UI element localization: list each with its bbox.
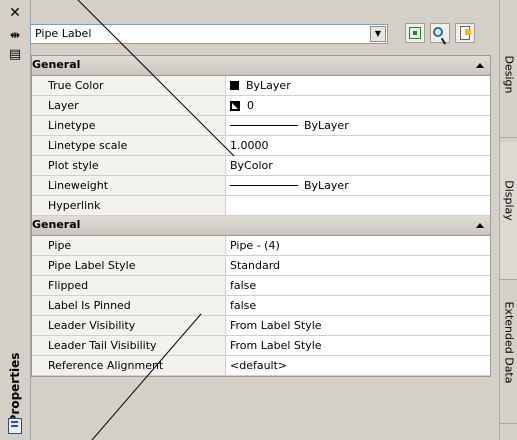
property-value[interactable]: 0 bbox=[226, 96, 490, 115]
section-title: General bbox=[32, 58, 81, 71]
layer-icon bbox=[230, 100, 240, 111]
property-value[interactable]: From Label Style bbox=[226, 336, 490, 355]
property-label: Pipe Label Style bbox=[32, 256, 226, 275]
property-label: Label Is Pinned bbox=[32, 296, 226, 315]
close-icon[interactable]: ✕ bbox=[8, 6, 22, 20]
select-objects-icon bbox=[409, 27, 421, 39]
property-value[interactable]: ByLayer bbox=[226, 76, 490, 95]
property-value[interactable]: ByLayer bbox=[226, 116, 490, 135]
property-row-pipe[interactable]: Pipe Pipe - (4) bbox=[32, 236, 490, 256]
object-type-select[interactable]: Pipe Label ▼ bbox=[30, 24, 388, 44]
property-label: Linetype bbox=[32, 116, 226, 135]
auto-hide-icon[interactable]: ⇹ bbox=[8, 28, 22, 42]
property-label: Layer bbox=[32, 96, 226, 115]
property-value[interactable]: false bbox=[226, 276, 490, 295]
property-value[interactable]: false bbox=[226, 296, 490, 315]
property-label: True Color bbox=[32, 76, 226, 95]
property-label: Hyperlink bbox=[32, 196, 226, 215]
property-label: Pipe bbox=[32, 236, 226, 255]
section-header-general-2[interactable]: General bbox=[32, 216, 490, 236]
pickadd-icon bbox=[460, 26, 471, 40]
right-tab-strip: Design Display Extended Data bbox=[499, 0, 517, 440]
property-row-linetype-scale[interactable]: Linetype scale 1.0000 bbox=[32, 136, 490, 156]
tab-label: Display bbox=[502, 180, 516, 221]
property-value-text: 0 bbox=[247, 99, 254, 112]
property-value[interactable]: 1.0000 bbox=[226, 136, 490, 155]
object-type-value: Pipe Label bbox=[35, 27, 92, 40]
palette-title: Properties bbox=[8, 352, 22, 424]
property-label: Leader Visibility bbox=[32, 316, 226, 335]
property-value-text: ByLayer bbox=[246, 79, 291, 92]
palette-menu-icon[interactable]: ▤ bbox=[8, 48, 22, 62]
property-value[interactable]: ByColor bbox=[226, 156, 490, 175]
property-value[interactable]: Standard bbox=[226, 256, 490, 275]
property-value-text: ByLayer bbox=[304, 119, 349, 132]
property-label: Plot style bbox=[32, 156, 226, 175]
palette-options-icon[interactable] bbox=[8, 418, 22, 434]
toggle-pickadd-button[interactable] bbox=[455, 23, 475, 43]
quick-select-button[interactable] bbox=[430, 23, 450, 43]
tab-design[interactable]: Design bbox=[500, 16, 517, 138]
property-label: Leader Tail Visibility bbox=[32, 336, 226, 355]
collapse-icon[interactable] bbox=[476, 63, 484, 68]
property-row-pipe-label-style[interactable]: Pipe Label Style Standard bbox=[32, 256, 490, 276]
property-row-plot-style[interactable]: Plot style ByColor bbox=[32, 156, 490, 176]
property-row-reference-alignment[interactable]: Reference Alignment <default> bbox=[32, 356, 490, 376]
quick-select-icon bbox=[433, 27, 443, 37]
color-swatch-icon bbox=[230, 81, 239, 90]
property-row-linetype[interactable]: Linetype ByLayer bbox=[32, 116, 490, 136]
property-row-label-is-pinned[interactable]: Label Is Pinned false bbox=[32, 296, 490, 316]
chevron-down-icon[interactable]: ▼ bbox=[370, 26, 386, 42]
property-row-flipped[interactable]: Flipped false bbox=[32, 276, 490, 296]
property-value[interactable]: From Label Style bbox=[226, 316, 490, 335]
lineweight-sample-icon bbox=[230, 185, 298, 186]
collapse-icon[interactable] bbox=[476, 223, 484, 228]
tab-label: Design bbox=[502, 55, 516, 94]
property-value[interactable]: Pipe - (4) bbox=[226, 236, 490, 255]
section-title: General bbox=[32, 218, 81, 231]
property-row-leader-visibility[interactable]: Leader Visibility From Label Style bbox=[32, 316, 490, 336]
property-row-layer[interactable]: Layer 0 bbox=[32, 96, 490, 116]
tab-label: Extended Data bbox=[502, 301, 516, 384]
property-value-text: ByLayer bbox=[304, 179, 349, 192]
property-value[interactable] bbox=[226, 196, 490, 215]
property-value[interactable]: <default> bbox=[226, 356, 490, 375]
left-palette-bar: ✕ ⇹ ▤ Properties bbox=[0, 0, 31, 440]
property-row-true-color[interactable]: True Color ByLayer bbox=[32, 76, 490, 96]
property-row-leader-tail-visibility[interactable]: Leader Tail Visibility From Label Style bbox=[32, 336, 490, 356]
property-label: Flipped bbox=[32, 276, 226, 295]
property-value[interactable]: ByLayer bbox=[226, 176, 490, 195]
property-label: Reference Alignment bbox=[32, 356, 226, 375]
select-objects-button[interactable] bbox=[405, 23, 425, 43]
linetype-sample-icon bbox=[230, 125, 298, 126]
property-label: Lineweight bbox=[32, 176, 226, 195]
property-row-hyperlink[interactable]: Hyperlink bbox=[32, 196, 490, 216]
tab-display[interactable]: Display bbox=[500, 142, 517, 280]
tab-extended-data[interactable]: Extended Data bbox=[500, 284, 517, 424]
property-grid: General True Color ByLayer Layer 0 Linetyp… bbox=[31, 55, 491, 377]
property-row-lineweight[interactable]: Lineweight ByLayer bbox=[32, 176, 490, 196]
property-label: Linetype scale bbox=[32, 136, 226, 155]
section-header-general-1[interactable]: General bbox=[32, 56, 490, 76]
